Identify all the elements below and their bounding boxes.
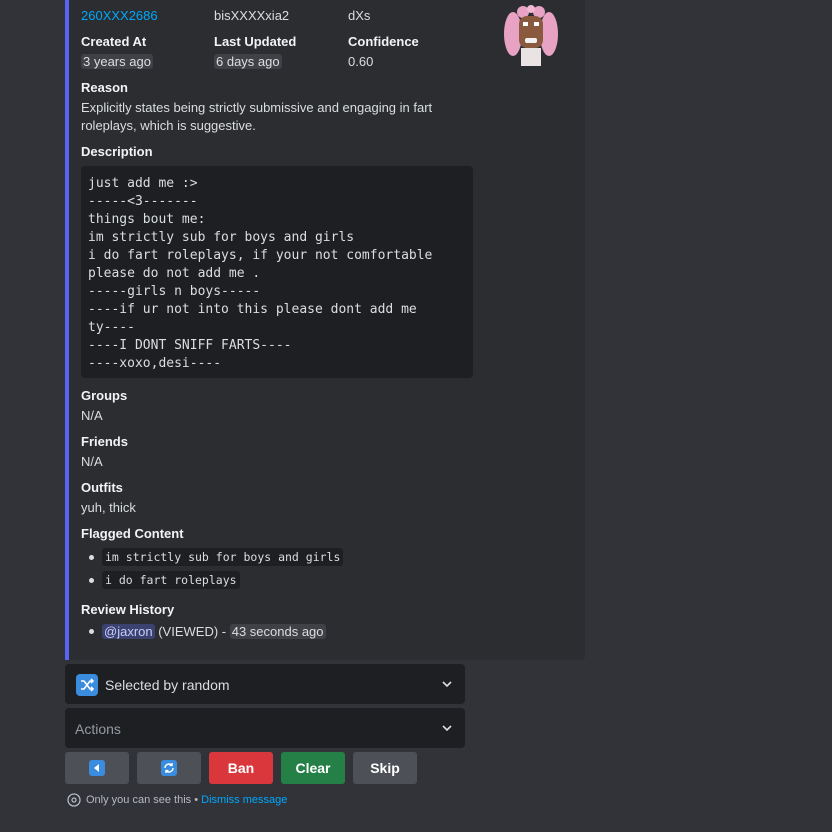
review-action-text: (VIEWED) -: [154, 624, 230, 639]
actions-select[interactable]: Actions: [65, 708, 465, 748]
outfits-label: Outfits: [81, 480, 123, 495]
reason-label: Reason: [81, 80, 128, 95]
review-timestamp: 43 seconds ago: [229, 624, 326, 639]
bullet-icon: [89, 629, 94, 634]
last-updated-timestamp: 6 days ago: [214, 54, 282, 69]
friends-label: Friends: [81, 434, 128, 449]
skip-button[interactable]: Skip: [353, 752, 417, 784]
display-name-value: dXs: [348, 8, 371, 23]
flagged-item: i do fart roleplays: [89, 571, 240, 589]
description-codeblock: just add me :> -----<3------- things bou…: [81, 166, 473, 378]
bullet-icon: [89, 554, 94, 560]
groups-value: N/A: [81, 408, 103, 423]
description-label: Description: [81, 144, 153, 159]
prev-arrow-icon: [89, 760, 105, 776]
confidence-value: 0.60: [348, 54, 374, 69]
flagged-content-label: Flagged Content: [81, 526, 184, 541]
refresh-button[interactable]: [137, 752, 201, 784]
username-value: bisXXXXxia2: [214, 8, 290, 23]
eye-icon: [67, 793, 81, 807]
user-id-link[interactable]: 260XXX2686: [81, 8, 158, 23]
ephemeral-notice: Only you can see this • Dismiss message: [66, 793, 287, 807]
dismiss-message-link[interactable]: Dismiss message: [201, 794, 287, 806]
actions-select-placeholder: Actions: [75, 721, 121, 737]
sort-select-value: Selected by random: [105, 677, 230, 693]
ban-button[interactable]: Ban: [209, 752, 273, 784]
previous-button[interactable]: [65, 752, 129, 784]
avatar-thumbnail[interactable]: [499, 0, 563, 66]
sort-select[interactable]: Selected by random: [65, 664, 465, 704]
created-at-timestamp: 3 years ago: [81, 54, 153, 69]
reason-text-line1: Explicitly states being strictly submiss…: [81, 100, 433, 115]
flagged-item-code: i do fart roleplays: [102, 571, 240, 589]
reason-text-line2: roleplays, which is suggestive.: [81, 118, 256, 133]
clear-button[interactable]: Clear: [281, 752, 345, 784]
friends-value: N/A: [81, 454, 103, 469]
chevron-down-icon: [442, 681, 452, 688]
confidence-label: Confidence: [348, 34, 419, 49]
chevron-down-icon: [442, 725, 452, 732]
flagged-item-code: im strictly sub for boys and girls: [102, 548, 344, 566]
outfits-value: yuh, thick: [81, 500, 136, 515]
shuffle-icon: [76, 674, 98, 696]
flagged-item: im strictly sub for boys and girls: [89, 548, 344, 566]
review-history-item: @jaxron (VIEWED) - 43 seconds ago: [89, 624, 326, 639]
user-mention[interactable]: @jaxron: [102, 624, 155, 639]
groups-label: Groups: [81, 388, 128, 403]
created-at-label: Created At: [81, 34, 147, 49]
user-review-embed: 260XXX2686 bisXXXXxia2 dXs Created At La…: [65, 0, 585, 660]
bullet-icon: [89, 577, 94, 583]
ephemeral-notice-text: Only you can see this •: [86, 794, 202, 806]
last-updated-label: Last Updated: [214, 34, 297, 49]
review-history-label: Review History: [81, 602, 175, 617]
refresh-icon: [161, 760, 177, 776]
